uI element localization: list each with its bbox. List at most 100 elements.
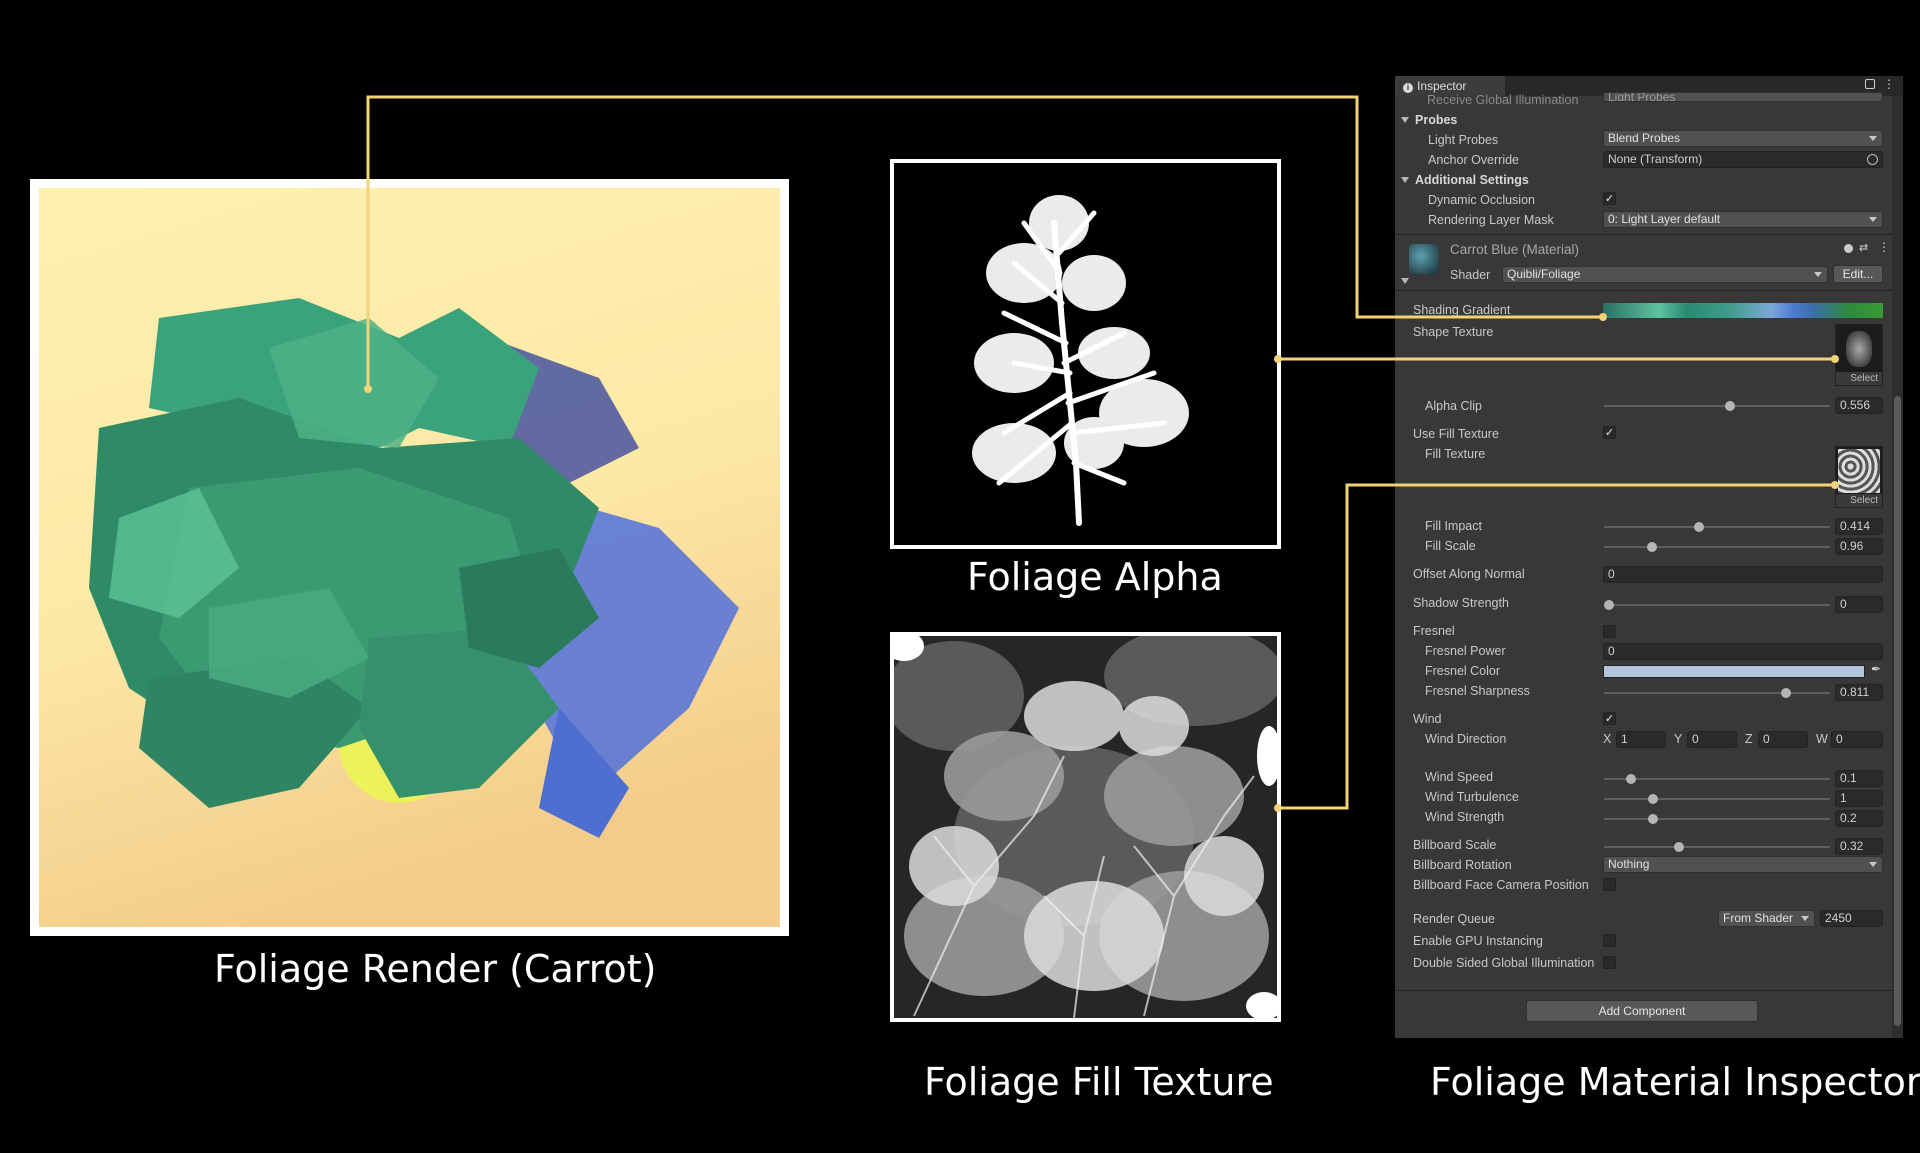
material-menu-icon[interactable]: ⋮ xyxy=(1878,240,1890,254)
billboard-scale-label: Billboard Scale xyxy=(1413,838,1497,852)
fresnel-color-swatch[interactable] xyxy=(1603,665,1865,678)
fill-scale-slider[interactable] xyxy=(1604,546,1830,548)
fresnel-sharpness-field[interactable]: 0.811 xyxy=(1835,684,1883,701)
wind-z-field[interactable]: 0 xyxy=(1758,731,1808,748)
billboard-face-label: Billboard Face Camera Position xyxy=(1413,878,1589,892)
render-queue-label: Render Queue xyxy=(1413,912,1496,926)
divider xyxy=(1395,290,1903,291)
shadow-strength-slider[interactable] xyxy=(1604,604,1830,606)
shape-texture-thumbnail[interactable]: Select xyxy=(1835,324,1883,386)
additional-settings-foldout-icon[interactable] xyxy=(1401,177,1409,183)
fill-texture-thumbnail[interactable]: Select xyxy=(1835,446,1883,508)
wind-speed-field[interactable]: 0.1 xyxy=(1835,770,1883,787)
more-menu-icon[interactable]: ⋮ xyxy=(1883,77,1895,91)
billboard-scale-field[interactable]: 0.32 xyxy=(1835,838,1883,855)
fill-texture-select[interactable]: Select xyxy=(1836,494,1882,507)
billboard-scale-knob[interactable] xyxy=(1674,842,1684,852)
double-sided-gi-label: Double Sided Global Illumination xyxy=(1413,956,1595,970)
render-queue-mode-dropdown[interactable]: From Shader xyxy=(1718,910,1815,927)
wind-turbulence-field[interactable]: 1 xyxy=(1835,790,1883,807)
wind-speed-slider[interactable] xyxy=(1604,778,1830,780)
shadow-strength-label: Shadow Strength xyxy=(1413,596,1509,610)
fresnel-power-label: Fresnel Power xyxy=(1425,644,1506,658)
info-icon: i xyxy=(1403,83,1413,93)
object-picker-icon[interactable] xyxy=(1867,154,1878,165)
render-queue-field[interactable]: 2450 xyxy=(1820,910,1883,927)
alpha-clip-label: Alpha Clip xyxy=(1425,399,1482,413)
edit-shader-button[interactable]: Edit... xyxy=(1833,265,1883,283)
foliage-render-image xyxy=(39,188,780,927)
preset-icon[interactable]: ⇄ xyxy=(1859,241,1868,254)
fill-scale-knob[interactable] xyxy=(1647,542,1657,552)
offset-normal-field[interactable]: 0 xyxy=(1603,566,1883,583)
rendering-layer-value: 0: Light Layer default xyxy=(1608,212,1721,226)
shader-dropdown[interactable]: Quibli/Foliage xyxy=(1502,266,1828,283)
rendering-layer-dropdown[interactable]: 0: Light Layer default xyxy=(1603,211,1883,228)
wind-strength-knob[interactable] xyxy=(1648,814,1658,824)
wind-strength-field[interactable]: 0.2 xyxy=(1835,810,1883,827)
anchor-override-field[interactable]: None (Transform) xyxy=(1603,151,1883,168)
material-foldout-icon[interactable] xyxy=(1401,278,1409,284)
fill-scale-field[interactable]: 0.96 xyxy=(1835,538,1883,555)
wind-checkbox[interactable]: ✓ xyxy=(1603,712,1616,725)
alpha-caption: Foliage Alpha xyxy=(967,555,1223,599)
add-component-button[interactable]: Add Component xyxy=(1526,1000,1758,1022)
alpha-clip-slider[interactable] xyxy=(1604,405,1830,407)
receive-gi-dropdown[interactable]: Light Probes xyxy=(1603,92,1883,102)
billboard-scale-slider[interactable] xyxy=(1604,846,1830,848)
billboard-rotation-dropdown[interactable]: Nothing xyxy=(1603,856,1883,873)
shader-label: Shader xyxy=(1450,268,1491,282)
shadow-strength-field[interactable]: 0 xyxy=(1835,596,1883,613)
scrollbar-thumb[interactable] xyxy=(1894,396,1901,1026)
help-icon[interactable] xyxy=(1844,244,1853,253)
divider xyxy=(1395,990,1903,991)
double-sided-gi-checkbox[interactable] xyxy=(1603,956,1616,969)
billboard-rotation-label: Billboard Rotation xyxy=(1413,858,1512,872)
use-fill-texture-checkbox[interactable]: ✓ xyxy=(1603,426,1616,439)
fresnel-sharpness-knob[interactable] xyxy=(1781,688,1791,698)
fill-impact-slider[interactable] xyxy=(1604,526,1830,528)
fill-impact-knob[interactable] xyxy=(1694,522,1704,532)
shading-gradient-label: Shading Gradient xyxy=(1413,303,1511,317)
shape-texture-select[interactable]: Select xyxy=(1836,372,1882,385)
wind-x-label: X xyxy=(1603,732,1612,746)
wind-direction-label: Wind Direction xyxy=(1425,732,1507,746)
billboard-face-checkbox[interactable] xyxy=(1603,878,1616,891)
wind-strength-slider[interactable] xyxy=(1604,818,1830,820)
shading-gradient-field[interactable] xyxy=(1603,303,1883,318)
eyedropper-icon[interactable]: ✒ xyxy=(1871,662,1881,676)
divider xyxy=(1395,234,1903,235)
wind-y-field[interactable]: 0 xyxy=(1687,731,1737,748)
alpha-clip-field[interactable]: 0.556 xyxy=(1835,397,1883,414)
dynamic-occlusion-label: Dynamic Occlusion xyxy=(1428,193,1535,207)
inspector-caption: Foliage Material Inspector xyxy=(1430,1060,1920,1104)
fresnel-sharpness-slider[interactable] xyxy=(1604,692,1830,694)
probes-foldout-icon[interactable] xyxy=(1401,117,1409,123)
fresnel-checkbox[interactable] xyxy=(1603,625,1616,638)
lock-icon[interactable] xyxy=(1865,79,1875,89)
wind-turbulence-slider[interactable] xyxy=(1604,798,1830,800)
alpha-clip-knob[interactable] xyxy=(1725,401,1735,411)
wind-x-field[interactable]: 1 xyxy=(1616,731,1666,748)
dynamic-occlusion-checkbox[interactable]: ✓ xyxy=(1603,192,1616,205)
additional-settings-header: Additional Settings xyxy=(1415,173,1529,187)
fill-texture-preview xyxy=(1838,449,1880,493)
wind-z-label: Z xyxy=(1745,732,1753,746)
wind-w-field[interactable]: 0 xyxy=(1831,731,1883,748)
wind-speed-knob[interactable] xyxy=(1626,774,1636,784)
chevron-down-icon xyxy=(1869,217,1877,222)
shadow-strength-knob[interactable] xyxy=(1604,600,1614,610)
fill-impact-field[interactable]: 0.414 xyxy=(1835,518,1883,535)
wind-w-label: W xyxy=(1816,732,1828,746)
inspector-scrollbar[interactable] xyxy=(1892,96,1903,1038)
fill-impact-label: Fill Impact xyxy=(1425,519,1482,533)
billboard-rotation-value: Nothing xyxy=(1608,857,1650,871)
render-caption: Foliage Render (Carrot) xyxy=(214,947,657,991)
gpu-instancing-checkbox[interactable] xyxy=(1603,934,1616,947)
wind-strength-label: Wind Strength xyxy=(1425,810,1505,824)
fresnel-power-field[interactable]: 0 xyxy=(1603,643,1883,660)
light-probes-dropdown[interactable]: Blend Probes xyxy=(1603,130,1883,147)
fresnel-color-label: Fresnel Color xyxy=(1425,664,1501,678)
wind-turbulence-knob[interactable] xyxy=(1648,794,1658,804)
fresnel-label: Fresnel xyxy=(1413,624,1455,638)
